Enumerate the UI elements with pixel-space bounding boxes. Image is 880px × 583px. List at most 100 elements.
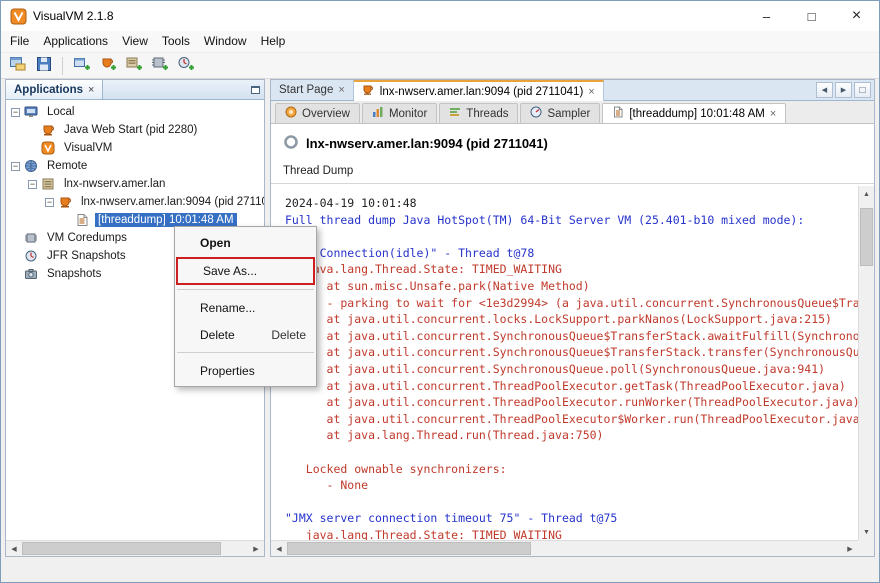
collapse-toggle-icon[interactable]: − [45, 198, 54, 207]
context-menu-delete-label: Delete [200, 328, 235, 342]
scrollbar-thumb[interactable] [860, 208, 873, 266]
load-snapshot-button[interactable] [6, 55, 29, 77]
subtab-label: Monitor [389, 108, 427, 120]
add-jmx-connection-button[interactable] [96, 55, 119, 77]
collapse-toggle-icon[interactable]: − [28, 180, 37, 189]
tree-item-label: JFR Snapshots [44, 249, 129, 263]
menu-applications[interactable]: Applications [36, 31, 115, 52]
close-tab-icon[interactable]: × [588, 86, 594, 98]
dump-line [285, 445, 858, 462]
tree-item-label: VM Coredumps [44, 231, 130, 245]
tree-item-remote-host[interactable]: − lnx-nwserv.amer.lan [6, 175, 264, 193]
maximize-view-button[interactable]: □ [854, 82, 871, 98]
red-highlight-annotation: Save As... [176, 257, 315, 285]
context-menu: Open Save As... Rename... Delete Delete … [174, 226, 317, 387]
dump-line [285, 495, 858, 512]
tree-item-label: lnx-nwserv.amer.lan [61, 177, 168, 191]
subtab-threaddump[interactable]: [threaddump] 10:01:48 AM × [602, 103, 786, 123]
dump-vertical-scrollbar[interactable]: ▲ ▼ [858, 186, 874, 540]
menu-view[interactable]: View [115, 31, 155, 52]
tab-controls: ◀ ▶ □ [816, 80, 874, 100]
scroll-left-icon[interactable]: ◀ [271, 541, 287, 556]
subtab-sampler[interactable]: Sampler [520, 103, 600, 123]
threads-icon [449, 106, 461, 121]
collapse-toggle-icon[interactable]: − [11, 108, 20, 117]
threaddump-view: lnx-nwserv.amer.lan:9094 (pid 2711041) T… [271, 124, 874, 556]
scroll-up-icon[interactable]: ▲ [859, 186, 874, 202]
titlebar: VisualVM 2.1.8 – □ × [1, 1, 879, 31]
scrollbar-track[interactable] [22, 541, 248, 556]
subtab-overview[interactable]: Overview [275, 103, 360, 123]
menubar: File Applications View Tools Window Help [1, 31, 879, 53]
dump-horizontal-scrollbar[interactable]: ◀ ▶ [271, 540, 858, 556]
tree-item-local[interactable]: − Local [6, 103, 264, 121]
tree-item-visualvm[interactable]: VisualVM [6, 139, 264, 157]
toolbar [1, 53, 879, 79]
scrollbar-corner [858, 540, 874, 556]
save-snapshot-button[interactable] [32, 55, 55, 77]
tab-jmx-application[interactable]: lnx-nwserv.amer.lan:9094 (pid 2711041) × [354, 80, 604, 101]
add-jmx-connection-icon [99, 55, 117, 76]
close-button[interactable]: × [834, 1, 879, 31]
dump-line: - None [285, 478, 858, 495]
menu-file[interactable]: File [3, 31, 36, 52]
dock-window-icon [251, 86, 260, 94]
scroll-down-icon[interactable]: ▼ [859, 524, 874, 540]
context-menu-properties[interactable]: Properties [175, 357, 316, 384]
dump-line: at java.util.concurrent.ThreadPoolExecut… [285, 379, 858, 396]
dump-line: at java.util.concurrent.SynchronousQueue… [285, 345, 858, 362]
add-jfr-snapshot-icon [177, 55, 195, 76]
dump-line: "JMX server connection timeout 75" - Thr… [285, 511, 858, 528]
remote-icon [24, 159, 40, 173]
add-application-button[interactable] [70, 55, 93, 77]
dump-line: java.lang.Thread.State: TIMED_WAITING [285, 262, 858, 279]
subtab-threads[interactable]: Threads [439, 103, 518, 123]
scroll-right-icon[interactable]: ▶ [842, 541, 858, 556]
close-panel-icon[interactable]: × [88, 84, 94, 96]
applications-horizontal-scrollbar[interactable]: ◀ ▶ [6, 540, 264, 556]
subtab-label: Sampler [547, 108, 590, 120]
minimize-button[interactable]: – [744, 1, 789, 31]
context-menu-rename[interactable]: Rename... [175, 294, 316, 321]
context-menu-open[interactable]: Open [175, 229, 316, 256]
load-snapshot-icon [9, 55, 27, 76]
scrollbar-track[interactable] [859, 202, 874, 524]
scroll-tabs-right-button[interactable]: ▶ [835, 82, 852, 98]
context-menu-delete[interactable]: Delete Delete [175, 321, 316, 348]
menu-tools[interactable]: Tools [155, 31, 197, 52]
window-controls: – □ × [744, 1, 879, 31]
minimize-panel-button[interactable] [246, 80, 264, 99]
vm-coredumps-icon [24, 231, 40, 245]
tree-item-remote[interactable]: − Remote [6, 157, 264, 175]
scrollbar-thumb[interactable] [287, 542, 531, 555]
add-remote-host-button[interactable] [122, 55, 145, 77]
workspace: Applications × − Local Java Web Start (p… [5, 79, 875, 557]
menu-help[interactable]: Help [254, 31, 293, 52]
scroll-right-icon[interactable]: ▶ [248, 541, 264, 556]
context-menu-save-as[interactable]: Save As... [178, 259, 313, 283]
dump-line: 2024-04-19 10:01:48 [285, 196, 858, 213]
collapse-toggle-icon[interactable]: − [11, 162, 20, 171]
tree-item-jmx-application[interactable]: − lnx-nwserv.amer.lan:9094 (pid 2711041) [6, 193, 264, 211]
scrollbar-thumb[interactable] [22, 542, 221, 555]
jfr-snapshots-icon [24, 249, 40, 263]
tree-item-java-web-start[interactable]: Java Web Start (pid 2280) [6, 121, 264, 139]
scroll-tabs-left-button[interactable]: ◀ [816, 82, 833, 98]
add-jfr-snapshot-button[interactable] [174, 55, 197, 77]
menu-window[interactable]: Window [197, 31, 254, 52]
scrollbar-track[interactable] [287, 541, 842, 556]
maximize-button[interactable]: □ [789, 1, 834, 31]
close-subtab-icon[interactable]: × [770, 108, 776, 120]
tree-item-label: [threaddump] 10:01:48 AM [95, 213, 237, 227]
add-vm-coredump-button[interactable] [148, 55, 171, 77]
dump-line: at java.util.concurrent.SynchronousQueue… [285, 329, 858, 346]
dump-line: at java.util.concurrent.locks.LockSuppor… [285, 312, 858, 329]
close-tab-icon[interactable]: × [338, 84, 344, 96]
applications-panel-tab[interactable]: Applications × [6, 80, 103, 99]
tab-start-page[interactable]: Start Page × [271, 80, 354, 100]
subtab-monitor[interactable]: Monitor [362, 103, 437, 123]
dump-line: at java.util.concurrent.ThreadPoolExecut… [285, 412, 858, 429]
thread-dump-text[interactable]: 2024-04-19 10:01:48 Full thread dump Jav… [271, 186, 858, 540]
scroll-left-icon[interactable]: ◀ [6, 541, 22, 556]
view-subtabbar: Overview Monitor Threads Sampler [thread… [271, 101, 874, 124]
